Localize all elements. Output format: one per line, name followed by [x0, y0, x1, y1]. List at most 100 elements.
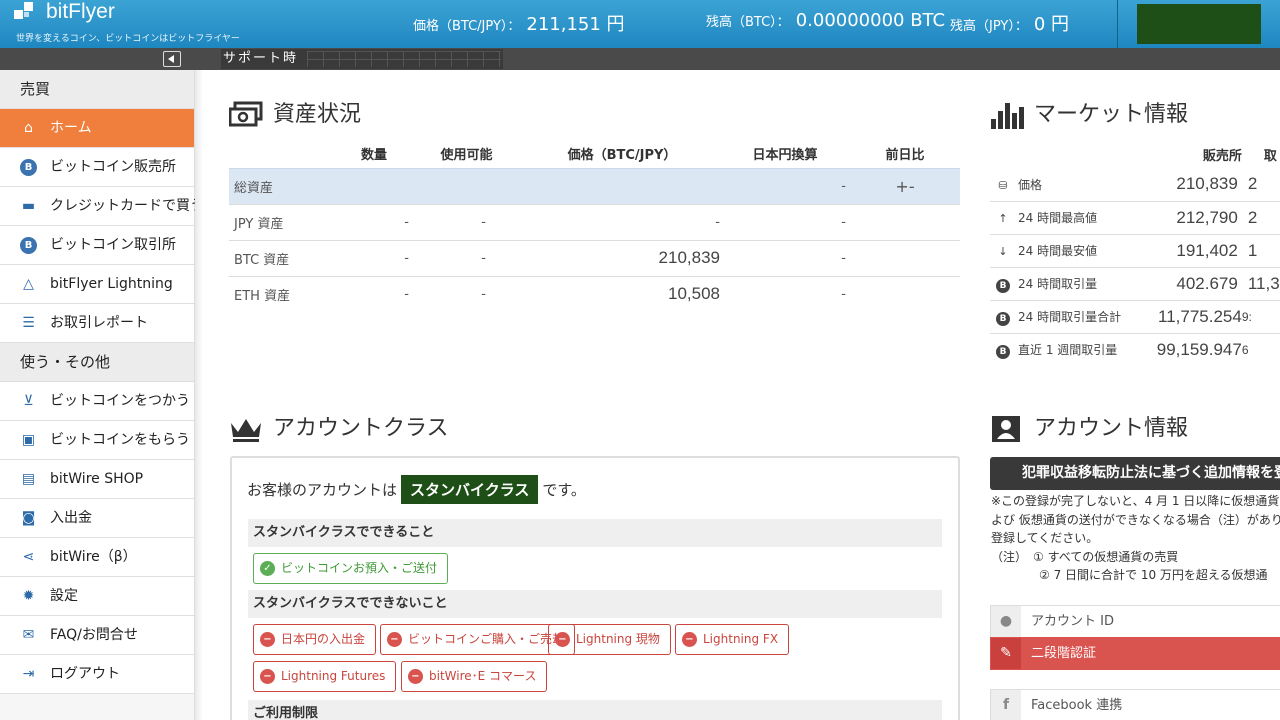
jpy-balance-stat: 残高（JPY）： 0 円: [950, 14, 1070, 35]
table-row: ⛁ 価格 210,839 2: [990, 168, 1280, 202]
table-row: ↑ 24 時間最高値 212,790 2: [990, 201, 1280, 235]
coins-icon: ⛁: [998, 178, 1008, 192]
user-icon: [992, 416, 1020, 442]
top-header: bitFlyer 世界を変えるコイン、ビットコインはビットフライヤー 価格（BT…: [0, 0, 1280, 48]
table-row: ↓ 24 時間最安値 191,402 1: [990, 234, 1280, 268]
feature-pill-blocked: − Lightning 現物: [548, 624, 671, 655]
sidebar-item-settings[interactable]: ✹ 設定: [0, 577, 194, 616]
account-class-heading: アカウントクラス: [229, 410, 449, 443]
limit-section-title: ご利用制限: [248, 700, 942, 720]
header-action-box[interactable]: [1137, 4, 1261, 44]
bitcoin-icon: B: [996, 344, 1010, 359]
account-id-row: ● アカウント ID: [990, 605, 1280, 638]
market-table: 販売所取 ⛁ 価格 210,839 2 ↑ 24 時間最高値 212,790 2 ↓ 24 時…: [990, 140, 1280, 366]
minus-icon: −: [555, 632, 570, 647]
table-row: B 24 時間取引量合計 11,775.254 9:: [990, 300, 1280, 334]
register-additional-info-button[interactable]: 犯罪収益移転防止法に基づく追加情報を登録: [990, 457, 1280, 490]
brand-name: bitFlyer: [46, 0, 115, 23]
feature-pill-blocked: − bitWire･E コマース: [401, 661, 548, 692]
assets-table: 数量 使用可能 価格（BTC/JPY） 日本円換算 前日比 総資産 - +- JPY 資産 -…: [229, 140, 960, 312]
jpy-balance-value: 0 円: [1033, 14, 1070, 35]
collapse-sidebar-icon[interactable]: [163, 51, 181, 67]
sub-toolbar: サポート時: [0, 48, 1280, 70]
price-stat: 価格（BTC/JPY）： 211,151 円: [413, 14, 625, 35]
bitflyer-logo-icon: [14, 2, 33, 19]
crown-icon: [231, 419, 261, 442]
logout-icon: ⇥: [22, 666, 35, 682]
credit-card-icon: ▬: [21, 198, 36, 214]
sidebar-item-deposit[interactable]: ◙ 入出金: [0, 499, 194, 538]
feature-pill-blocked: − Lightning Futures: [253, 661, 397, 692]
user-icon: ●: [991, 606, 1021, 637]
table-row: 総資産 - +-: [229, 167, 960, 205]
registration-note: ※この登録が完了しないと、4 月 1 日以降に仮想通貨 よび 仮想通貨の送付がで…: [991, 494, 1280, 582]
sidebar-section-trade: 売買: [0, 70, 194, 109]
account-class-badge: スタンバイクラス: [401, 475, 539, 504]
support-ticker: サポート時: [221, 49, 503, 69]
price-value: 211,151 円: [526, 14, 625, 35]
sidebar-item-bitwire[interactable]: ⋖ bitWire（β）: [0, 538, 194, 577]
table-row: B 直近 1 週間取引量 99,159.947 6: [990, 333, 1280, 366]
key-icon: ✎: [991, 638, 1021, 669]
feature-pill-blocked: − Lightning FX: [675, 624, 790, 655]
arrow-down-icon: ↓: [998, 245, 1008, 258]
sidebar-item-home[interactable]: ⌂ ホーム: [0, 109, 194, 148]
sidebar-item-use-btc[interactable]: ⊻ ビットコインをつかう: [0, 382, 194, 421]
header-divider: [1117, 0, 1118, 48]
feature-pill-blocked: − ビットコインご購入・ご売却: [380, 624, 576, 655]
report-icon: ☰: [22, 315, 35, 331]
feature-pill-blocked: − 日本円の入出金: [253, 624, 377, 655]
arrow-up-icon: ↑: [998, 212, 1008, 225]
bitflyer-logo[interactable]: bitFlyer 世界を変えるコイン、ビットコインはビットフライヤー: [14, 0, 244, 46]
bar-chart-icon: [991, 103, 1024, 129]
account-info-heading: アカウント情報: [990, 410, 1188, 443]
sidebar-item-bitwire-shop[interactable]: ▤ bitWire SHOP: [0, 460, 194, 499]
assets-heading: 資産状況: [229, 96, 361, 129]
feature-pill-allowed: ✓ ビットコインお預入・ご送付: [253, 553, 449, 584]
bitcoin-icon: B: [996, 311, 1010, 326]
sidebar-item-btc-exchange[interactable]: B ビットコイン取引所: [0, 226, 194, 265]
gear-icon: ✹: [22, 588, 35, 604]
minus-icon: −: [387, 632, 402, 647]
sidebar-item-faq[interactable]: ✉ FAQ/お問合せ: [0, 616, 194, 655]
btc-balance-value: 0.00000000 BTC: [795, 10, 946, 31]
table-header: 販売所取: [1202, 148, 1277, 164]
home-icon: ⌂: [24, 120, 33, 136]
bitcoin-icon: B: [20, 237, 37, 254]
table-header: 数量 使用可能 価格（BTC/JPY） 日本円換算 前日比: [360, 148, 925, 164]
gift-icon: ▣: [21, 432, 36, 448]
sidebar-item-get-btc[interactable]: ▣ ビットコインをもらう: [0, 421, 194, 460]
market-heading: マーケット情報: [990, 96, 1188, 129]
table-row: BTC 資産 - -210,839-: [229, 240, 960, 277]
main-content: 資産状況 数量 使用可能 価格（BTC/JPY） 日本円換算 前日比 総資産 - +- JP…: [203, 70, 1280, 720]
bitcoin-icon: B: [996, 278, 1010, 293]
sidebar-item-report[interactable]: ☰ お取引レポート: [0, 304, 194, 343]
sidebar-item-lightning[interactable]: △ bitFlyer Lightning: [0, 265, 194, 304]
mail-icon: ✉: [22, 627, 35, 643]
minus-icon: −: [682, 632, 697, 647]
minus-icon: −: [260, 632, 275, 647]
facebook-icon: f: [991, 690, 1021, 720]
check-icon: ✓: [260, 561, 275, 576]
lightning-icon: △: [23, 276, 34, 292]
sidebar-section-other: 使う・その他: [0, 343, 194, 382]
btc-balance-stat: 残高（BTC）： 0.00000000 BTC: [706, 10, 946, 31]
sidebar-item-credit-card[interactable]: ▬ クレジットカードで買う: [0, 187, 204, 226]
shop-icon: ▤: [21, 471, 36, 487]
table-row: JPY 資産 - - - -: [229, 204, 960, 241]
account-class-panel: お客様のアカウントは スタンバイクラス です。 スタンバイクラスでできること ✓ ビッ…: [230, 456, 960, 720]
minus-icon: −: [260, 669, 275, 684]
share-icon: ⋖: [22, 549, 35, 565]
sidebar: 売買 ⌂ ホーム B ビットコイン販売所 ▬ クレジットカードで買う B ビットコイン取…: [0, 70, 204, 720]
sidebar-item-btc-shop[interactable]: B ビットコイン販売所: [0, 148, 194, 187]
cart-icon: ⊻: [23, 393, 34, 409]
money-icon: [229, 101, 263, 127]
money-icon: ◙: [21, 510, 36, 526]
two-factor-auth-row[interactable]: ✎ 二段階認証: [990, 637, 1280, 670]
facebook-link-row[interactable]: f Facebook 連携: [990, 689, 1280, 720]
brand-tagline: 世界を変えるコイン、ビットコインはビットフライヤー: [16, 34, 240, 44]
table-row: ETH 資産 - -10,508-: [234, 284, 846, 304]
sidebar-item-logout[interactable]: ⇥ ログアウト: [0, 655, 194, 694]
table-row: B 24 時間取引量 402.679 11,3: [990, 267, 1280, 301]
bitcoin-icon: B: [20, 159, 37, 176]
